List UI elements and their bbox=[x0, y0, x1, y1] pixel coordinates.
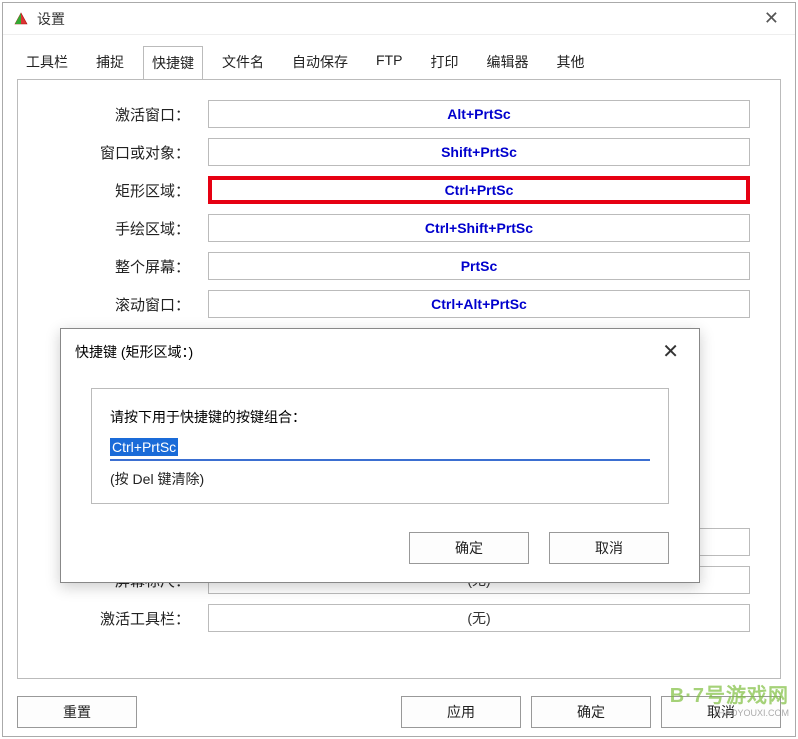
tab-7[interactable]: 编辑器 bbox=[477, 45, 537, 79]
tab-0[interactable]: 工具栏 bbox=[17, 45, 77, 79]
tab-8[interactable]: 其他 bbox=[547, 45, 593, 79]
dialog-cancel-button[interactable]: 取消 bbox=[549, 532, 669, 564]
trailing-label: 激活工具栏： bbox=[48, 608, 208, 629]
hotkey-field[interactable]: Ctrl+PrtSc bbox=[208, 176, 750, 204]
dialog-buttons: 确定 取消 bbox=[61, 518, 699, 582]
hotkey-row-0: 激活窗口：Alt+PrtSc bbox=[48, 100, 750, 128]
tab-3[interactable]: 文件名 bbox=[213, 45, 273, 79]
dialog-title: 快捷键 (矩形区域：) bbox=[75, 342, 656, 362]
hotkey-label: 手绘区域： bbox=[48, 218, 208, 239]
cancel-button[interactable]: 取消 bbox=[661, 696, 781, 728]
hotkey-row-3: 手绘区域：Ctrl+Shift+PrtSc bbox=[48, 214, 750, 242]
bottom-bar: 重置 应用 确定 取消 bbox=[3, 696, 795, 728]
dialog-ok-button[interactable]: 确定 bbox=[409, 532, 529, 564]
hotkey-label: 滚动窗口： bbox=[48, 294, 208, 315]
tab-1[interactable]: 捕捉 bbox=[87, 45, 133, 79]
hotkey-label: 整个屏幕： bbox=[48, 256, 208, 277]
window-title: 设置 bbox=[37, 9, 758, 29]
hotkey-field[interactable]: Ctrl+Alt+PrtSc bbox=[208, 290, 750, 318]
dialog-titlebar: 快捷键 (矩形区域：) ✕ bbox=[61, 329, 699, 368]
hotkey-field[interactable]: Ctrl+Shift+PrtSc bbox=[208, 214, 750, 242]
tab-6[interactable]: 打印 bbox=[421, 45, 467, 79]
hotkey-row-2: 矩形区域：Ctrl+PrtSc bbox=[48, 176, 750, 204]
hotkey-label: 激活窗口： bbox=[48, 104, 208, 125]
titlebar: 设置 ✕ bbox=[3, 3, 795, 35]
tabs: 工具栏捕捉快捷键文件名自动保存 FTP 打印编辑器其他 bbox=[3, 35, 795, 79]
dialog-body: 请按下用于快捷键的按键组合： Ctrl+PrtSc (按 Del 键清除) bbox=[61, 368, 699, 518]
tab-2[interactable]: 快捷键 bbox=[143, 46, 203, 80]
trailing-row-2: 激活工具栏：(无) bbox=[48, 604, 750, 632]
hotkey-field[interactable]: PrtSc bbox=[208, 252, 750, 280]
hotkey-field[interactable]: Shift+PrtSc bbox=[208, 138, 750, 166]
dialog-prompt: 请按下用于快捷键的按键组合： bbox=[110, 407, 650, 427]
tab-4[interactable]: 自动保存 bbox=[283, 45, 357, 79]
trailing-field[interactable]: (无) bbox=[208, 604, 750, 632]
apply-button[interactable]: 应用 bbox=[401, 696, 521, 728]
hotkey-input-value: Ctrl+PrtSc bbox=[110, 438, 178, 456]
tab-5[interactable]: FTP bbox=[367, 45, 411, 79]
hotkey-row-4: 整个屏幕：PrtSc bbox=[48, 252, 750, 280]
window-close-button[interactable]: ✕ bbox=[758, 8, 785, 29]
reset-button[interactable]: 重置 bbox=[17, 696, 137, 728]
hotkey-field[interactable]: Alt+PrtSc bbox=[208, 100, 750, 128]
hotkey-row-1: 窗口或对象：Shift+PrtSc bbox=[48, 138, 750, 166]
hotkey-label: 矩形区域： bbox=[48, 180, 208, 201]
dialog-inner: 请按下用于快捷键的按键组合： Ctrl+PrtSc (按 Del 键清除) bbox=[91, 388, 669, 504]
hotkey-label: 窗口或对象： bbox=[48, 142, 208, 163]
ok-button[interactable]: 确定 bbox=[531, 696, 651, 728]
hotkey-row-5: 滚动窗口：Ctrl+Alt+PrtSc bbox=[48, 290, 750, 318]
dialog-hint: (按 Del 键清除) bbox=[110, 469, 650, 489]
app-icon bbox=[13, 11, 29, 27]
hotkey-input[interactable]: Ctrl+PrtSc bbox=[110, 435, 650, 461]
hotkey-dialog: 快捷键 (矩形区域：) ✕ 请按下用于快捷键的按键组合： Ctrl+PrtSc … bbox=[60, 328, 700, 583]
dialog-close-button[interactable]: ✕ bbox=[656, 339, 685, 364]
